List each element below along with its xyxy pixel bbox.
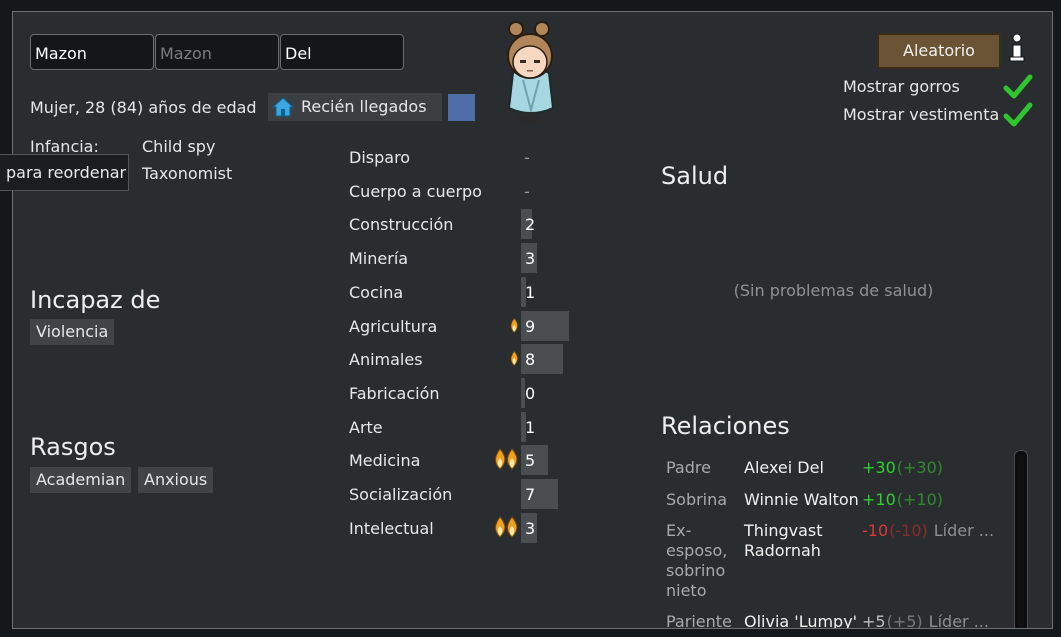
relation-type: Padre (666, 458, 711, 477)
skill-value: 8 (525, 350, 536, 370)
faction-button[interactable]: Recién llegados (268, 93, 442, 121)
gender-age-text: Mujer, 28 (84) años de edad (30, 98, 257, 117)
opinion-base-value: (-10) (889, 521, 928, 540)
last-name-field[interactable]: Del (280, 34, 404, 70)
skill-label: Intelectual (349, 518, 434, 538)
show-hats-checkbox[interactable] (1003, 74, 1033, 100)
trait-tag[interactable]: Anxious (138, 467, 214, 493)
skill-value: - (524, 148, 530, 167)
skill-value: 7 (525, 485, 536, 504)
skill-label: Construcción (349, 215, 454, 235)
major-passion-icon (495, 515, 518, 538)
nickname-field[interactable]: Mazon (155, 34, 279, 70)
relation-role: Líder ... (933, 521, 995, 540)
major-passion-icon (495, 448, 518, 471)
skill-label: Agricultura (349, 316, 438, 336)
relations-scrollbar[interactable] (1014, 450, 1028, 628)
reorder-tooltip: para reordenar (0, 154, 129, 191)
skill-label: Fabricación (349, 383, 440, 403)
childhood-value[interactable]: Child spy (142, 137, 215, 156)
opinion-value: +5 (862, 612, 886, 629)
skill-value: 1 (525, 282, 536, 302)
relation-opinion: -10(-10) Líder ... (862, 521, 994, 541)
opinion-base-value: (+30) (896, 458, 944, 477)
pawn-portrait (507, 21, 555, 124)
show-apparel-checkbox[interactable] (1003, 102, 1033, 128)
faction-label: Recién llegados (301, 97, 427, 116)
opinion-value: +10 (862, 490, 896, 509)
relation-name[interactable]: Thingvast Radornah (744, 521, 862, 561)
skill-value: 0 (525, 383, 536, 403)
randomize-label: Aleatorio (903, 41, 975, 60)
opinion-base-value: (+10) (896, 490, 944, 509)
incapable-tag[interactable]: Violencia (30, 319, 115, 345)
relation-type: Ex-esposo, sobrino nieto (666, 521, 728, 600)
first-name-field[interactable]: Mazon (30, 34, 154, 70)
relation-name[interactable]: Olivia 'Lumpy' David (744, 612, 862, 628)
favorite-color-swatch[interactable] (448, 94, 475, 121)
skill-value: 5 (525, 451, 536, 471)
trait-tag[interactable]: Academian (30, 467, 132, 493)
health-empty-text: (Sin problemas de salud) (733, 281, 934, 300)
skill-label: Cuerpo a cuerpo (349, 181, 482, 201)
skill-label: Socialización (349, 485, 453, 504)
info-icon[interactable] (1007, 33, 1027, 63)
skill-value: 3 (525, 249, 536, 269)
relation-type: Pariente (666, 612, 732, 629)
relation-opinion: +30(+30) (862, 458, 949, 478)
skill-label: Disparo (349, 148, 411, 167)
relation-opinion: +5(+5) Líder ... (862, 612, 989, 629)
opinion-value: -10 (862, 521, 889, 540)
incapable-title: Incapaz de (30, 286, 161, 314)
randomize-button[interactable]: Aleatorio (877, 33, 1001, 69)
relations-title: Relaciones (661, 412, 790, 440)
skill-label: Minería (349, 249, 409, 269)
adulthood-value[interactable]: Taxonomist (142, 164, 232, 183)
relation-opinion: +10(+10) (862, 490, 949, 510)
relation-role: Líder ... (928, 612, 989, 629)
opinion-base-value: (+5) (886, 612, 923, 629)
skill-value: 9 (525, 316, 536, 336)
opinion-value: +30 (862, 458, 896, 477)
show-apparel-label: Mostrar vestimenta (843, 105, 1000, 124)
relation-name[interactable]: Alexei Del (744, 458, 862, 478)
show-hats-label: Mostrar gorros (843, 77, 960, 96)
home-icon (272, 97, 294, 117)
skill-label: Arte (349, 417, 383, 437)
skill-label: Medicina (349, 451, 421, 471)
relation-type: Sobrina (666, 490, 728, 509)
skill-value: 3 (525, 518, 536, 538)
minor-passion-icon (510, 351, 518, 367)
relation-name[interactable]: Winnie Walton (744, 490, 862, 510)
tooltip-text: para reordenar (6, 163, 127, 182)
skill-value: 2 (525, 215, 536, 235)
skill-label: Cocina (349, 282, 404, 302)
scrollbar-thumb[interactable] (1018, 455, 1024, 628)
health-title: Salud (661, 162, 729, 190)
skill-label: Animales (349, 350, 423, 370)
character-editor-panel: Mazon Mazon Del Mujer, 28 (84) años de e… (12, 11, 1053, 629)
skill-value: - (524, 181, 530, 201)
skill-value: 1 (525, 417, 536, 437)
traits-title: Rasgos (30, 433, 116, 461)
minor-passion-icon (510, 317, 518, 333)
